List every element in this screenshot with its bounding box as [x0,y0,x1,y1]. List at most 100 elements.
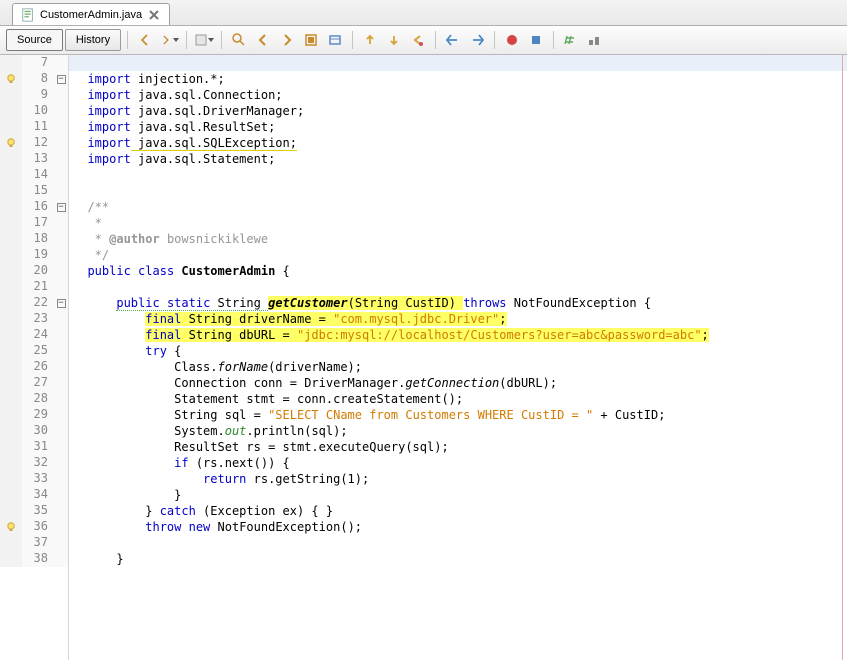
line-number[interactable]: 20 [22,263,54,279]
line-number[interactable]: 7 [22,55,54,71]
start-macro-record-button[interactable] [501,29,523,51]
gutter-row: 23 [0,311,68,327]
line-number[interactable]: 28 [22,391,54,407]
gutter-row: 8− [0,71,68,87]
toggle-highlight-button[interactable] [300,29,322,51]
line-number[interactable]: 27 [22,375,54,391]
code-line: ResultSet rs = stmt.executeQuery(sql); [69,439,847,455]
gutter-row: 28 [0,391,68,407]
line-number[interactable]: 26 [22,359,54,375]
line-number[interactable]: 34 [22,487,54,503]
editor-toolbar: Source History [0,26,847,55]
code-line [69,167,847,183]
gutter-row: 24 [0,327,68,343]
gutter-row: 10 [0,103,68,119]
code-line: public class CustomerAdmin { [69,263,847,279]
line-number[interactable]: 32 [22,455,54,471]
gutter-icon-cell [0,471,22,487]
line-number[interactable]: 16 [22,199,54,215]
line-number[interactable]: 30 [22,423,54,439]
uncomment-button[interactable] [584,29,606,51]
line-number[interactable]: 8 [22,71,54,87]
shift-left-button[interactable] [442,29,464,51]
find-selection-button[interactable] [228,29,250,51]
fold-cell [54,119,68,135]
line-number[interactable]: 14 [22,167,54,183]
gutter-row: 11 [0,119,68,135]
navigate-forward-button[interactable] [158,29,180,51]
toolbar-separator [435,31,436,49]
source-editor: 78−910111213141516−171819202122−23242526… [0,55,847,660]
previous-error-button[interactable] [407,29,429,51]
navigate-back-button[interactable] [134,29,156,51]
file-tab-customeradmin[interactable]: CustomerAdmin.java [12,3,170,25]
line-number[interactable]: 37 [22,535,54,551]
gutter-icon-cell [0,343,22,359]
gutter-icon-cell [0,87,22,103]
source-toggle[interactable]: Source [6,29,63,51]
toggle-bookmark-button[interactable] [324,29,346,51]
gutter-row: 20 [0,263,68,279]
line-number[interactable]: 22 [22,295,54,311]
fold-cell [54,551,68,567]
line-number[interactable]: 23 [22,311,54,327]
previous-bookmark-button[interactable] [359,29,381,51]
fold-cell [54,471,68,487]
fold-cell [54,55,68,71]
code-line: String sql = "SELECT CName from Customer… [69,407,847,423]
find-next-button[interactable] [276,29,298,51]
code-line: final String driverName = "com.mysql.jdb… [69,311,847,327]
toggle-dropdown-button[interactable] [193,29,215,51]
line-number[interactable]: 35 [22,503,54,519]
line-number[interactable]: 17 [22,215,54,231]
gutter-row: 21 [0,279,68,295]
line-number[interactable]: 10 [22,103,54,119]
line-number[interactable]: 11 [22,119,54,135]
code-line: import java.sql.ResultSet; [69,119,847,135]
gutter-icon-cell [0,263,22,279]
line-number[interactable]: 12 [22,135,54,151]
shift-right-button[interactable] [466,29,488,51]
gutter-icon-cell [0,455,22,471]
code-line: System.out.println(sql); [69,423,847,439]
line-number[interactable]: 24 [22,327,54,343]
code-line: /** [69,199,847,215]
find-previous-button[interactable] [252,29,274,51]
line-number[interactable]: 15 [22,183,54,199]
code-area[interactable]: import injection.*; import java.sql.Conn… [69,55,847,660]
close-icon[interactable] [147,8,161,22]
code-line: * [69,215,847,231]
line-number[interactable]: 13 [22,151,54,167]
fold-cell [54,87,68,103]
line-number[interactable]: 19 [22,247,54,263]
gutter-icon-cell [0,279,22,295]
fold-collapse-icon[interactable]: − [57,203,66,212]
fold-cell [54,247,68,263]
gutter-row: 17 [0,215,68,231]
line-number[interactable]: 36 [22,519,54,535]
gutter-icon-cell [0,391,22,407]
stop-macro-record-button[interactable] [525,29,547,51]
gutter-row: 36 [0,519,68,535]
line-number[interactable]: 29 [22,407,54,423]
comment-button[interactable] [560,29,582,51]
fold-collapse-icon[interactable]: − [57,75,66,84]
line-number[interactable]: 18 [22,231,54,247]
next-bookmark-button[interactable] [383,29,405,51]
line-number[interactable]: 38 [22,551,54,567]
line-number[interactable]: 21 [22,279,54,295]
line-number[interactable]: 25 [22,343,54,359]
history-toggle[interactable]: History [65,29,121,51]
fold-cell [54,455,68,471]
line-number[interactable]: 9 [22,87,54,103]
fold-collapse-icon[interactable]: − [57,299,66,308]
java-file-icon [21,8,35,22]
gutter-icon-cell [0,359,22,375]
gutter-row: 30 [0,423,68,439]
line-number[interactable]: 31 [22,439,54,455]
gutter-icon-cell [0,423,22,439]
line-number[interactable]: 33 [22,471,54,487]
gutter-icon-cell [0,439,22,455]
fold-cell: − [54,71,68,87]
right-margin-line [842,55,843,660]
